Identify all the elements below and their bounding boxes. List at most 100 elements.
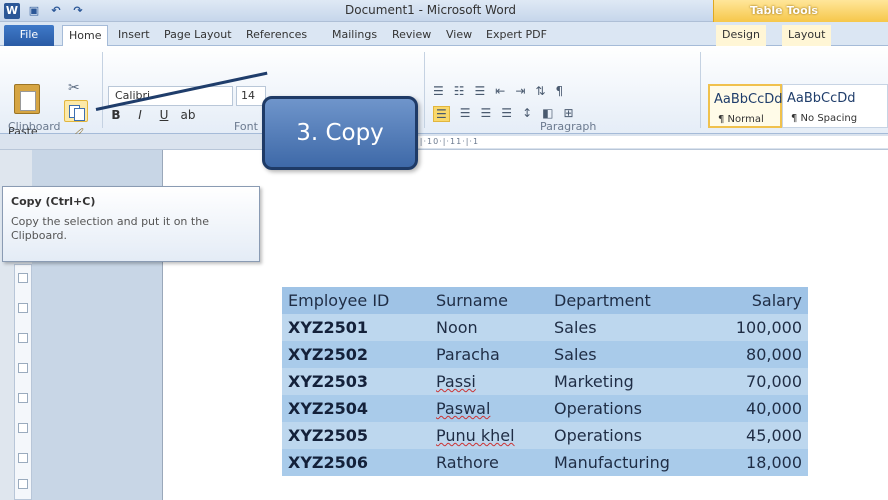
tab-design[interactable]: Design xyxy=(716,25,766,46)
cell-employee-id[interactable]: XYZ2502 xyxy=(282,341,430,368)
cell-salary[interactable]: 70,000 xyxy=(716,368,808,395)
tooltip-title: Copy (Ctrl+C) xyxy=(11,195,96,208)
ruler-mark xyxy=(18,333,28,343)
window-title: Document1 - Microsoft Word xyxy=(345,3,517,17)
numbering-icon[interactable]: ☷ xyxy=(454,84,465,98)
cell-department[interactable]: Manufacturing xyxy=(548,449,716,476)
pilcrow-icon[interactable]: ¶ xyxy=(555,84,563,98)
tab-page-layout[interactable]: Page Layout xyxy=(158,25,238,46)
strikethrough-icon[interactable]: ab xyxy=(180,108,196,122)
cell-surname[interactable]: Punu khel xyxy=(430,422,548,449)
copy-tooltip: Copy (Ctrl+C) Copy the selection and put… xyxy=(2,186,260,262)
ruler-mark xyxy=(18,479,28,489)
style-no-spacing[interactable]: AaBbCcDd ¶ No Spacing xyxy=(782,84,888,128)
tooltip-description: Copy the selection and put it on the Cli… xyxy=(11,215,209,242)
tab-layout[interactable]: Layout xyxy=(782,25,832,46)
tab-file[interactable]: File xyxy=(4,25,54,46)
redo-icon[interactable]: ↷ xyxy=(70,3,86,19)
decrease-indent-icon[interactable]: ⇤ xyxy=(495,84,505,98)
increase-indent-icon[interactable]: ⇥ xyxy=(515,84,525,98)
cell-department[interactable]: Sales xyxy=(548,341,716,368)
paste-icon[interactable] xyxy=(14,84,40,114)
align-right-icon[interactable]: ☰ xyxy=(481,106,492,122)
ruler-mark xyxy=(18,273,28,283)
cell-department[interactable]: Operations xyxy=(548,395,716,422)
line-spacing-icon[interactable]: ↕ xyxy=(522,106,532,122)
align-left-icon[interactable]: ☰ xyxy=(433,106,450,122)
cell-surname[interactable]: Paswal xyxy=(430,395,548,422)
tab-insert[interactable]: Insert xyxy=(112,25,156,46)
word-app-icon[interactable]: W xyxy=(4,3,20,19)
group-label-paragraph: Paragraph xyxy=(540,120,597,133)
header-cell[interactable]: Salary xyxy=(716,287,808,314)
multilevel-list-icon[interactable]: ☰ xyxy=(475,84,486,98)
cell-employee-id[interactable]: XYZ2505 xyxy=(282,422,430,449)
cell-salary[interactable]: 100,000 xyxy=(716,314,808,341)
ruler-mark xyxy=(18,423,28,433)
underline-icon[interactable]: U xyxy=(156,108,172,122)
tab-home[interactable]: Home xyxy=(62,25,109,46)
cell-surname[interactable]: Paracha xyxy=(430,341,548,368)
cell-salary[interactable]: 80,000 xyxy=(716,341,808,368)
quick-access-toolbar: W ▣ ↶ ↷ xyxy=(4,3,86,19)
ruler-mark xyxy=(18,393,28,403)
cell-salary[interactable]: 40,000 xyxy=(716,395,808,422)
style-sample: AaBbCcDd xyxy=(714,92,783,107)
style-name: ¶ Normal xyxy=(718,114,764,125)
ribbon-divider xyxy=(102,52,103,128)
style-normal[interactable]: AaBbCcDd ¶ Normal xyxy=(708,84,783,128)
undo-icon[interactable]: ↶ xyxy=(48,3,64,19)
table-row: XYZ2506 Rathore Manufacturing 18,000 xyxy=(282,449,808,476)
paragraph-row-1: ☰ ☷ ☰ ⇤ ⇥ ⇅ ¶ xyxy=(433,84,563,98)
ruler-mark xyxy=(18,303,28,313)
table-row: XYZ2501 Noon Sales 100,000 xyxy=(282,314,808,341)
style-name: ¶ No Spacing xyxy=(791,113,858,124)
save-icon[interactable]: ▣ xyxy=(26,3,42,19)
cell-employee-id[interactable]: XYZ2506 xyxy=(282,449,430,476)
table-row: XYZ2503 Passi Marketing 70,000 xyxy=(282,368,808,395)
table-tools-header: Table Tools xyxy=(713,0,888,22)
copy-icon[interactable] xyxy=(64,100,88,122)
header-cell[interactable]: Employee ID xyxy=(282,287,430,314)
table-row: XYZ2502 Paracha Sales 80,000 xyxy=(282,341,808,368)
ribbon-tabs: File Home Insert Page Layout References … xyxy=(0,22,888,46)
cell-salary[interactable]: 45,000 xyxy=(716,422,808,449)
align-center-icon[interactable]: ☰ xyxy=(460,106,471,122)
cell-employee-id[interactable]: XYZ2504 xyxy=(282,395,430,422)
tab-expert-pdf[interactable]: Expert PDF xyxy=(480,25,553,46)
group-label-clipboard: Clipboard xyxy=(8,120,61,133)
bullets-icon[interactable]: ☰ xyxy=(433,84,444,98)
header-cell[interactable]: Surname xyxy=(430,287,548,314)
cell-surname[interactable]: Rathore xyxy=(430,449,548,476)
italic-icon[interactable]: I xyxy=(132,108,148,122)
table-row: XYZ2504 Paswal Operations 40,000 xyxy=(282,395,808,422)
tab-references[interactable]: References xyxy=(240,25,313,46)
ribbon-divider xyxy=(700,52,701,128)
vertical-ruler xyxy=(14,264,32,500)
cell-employee-id[interactable]: XYZ2501 xyxy=(282,314,430,341)
cut-icon[interactable]: ✂ xyxy=(68,80,80,96)
table-header-row: Employee ID Surname Department Salary xyxy=(282,287,808,314)
table-row: XYZ2505 Punu khel Operations 45,000 xyxy=(282,422,808,449)
cell-department[interactable]: Marketing xyxy=(548,368,716,395)
tab-mailings[interactable]: Mailings xyxy=(326,25,383,46)
sort-icon[interactable]: ⇅ xyxy=(535,84,545,98)
step-callout: 3. Copy xyxy=(262,96,418,170)
cell-department[interactable]: Sales xyxy=(548,314,716,341)
tab-review[interactable]: Review xyxy=(386,25,437,46)
ruler-mark xyxy=(18,363,28,373)
bold-icon[interactable]: B xyxy=(108,108,124,122)
cell-department[interactable]: Operations xyxy=(548,422,716,449)
table-tools-label: Table Tools xyxy=(750,4,818,17)
justify-icon[interactable]: ☰ xyxy=(501,106,512,122)
group-label-font: Font xyxy=(234,120,258,133)
tab-view[interactable]: View xyxy=(440,25,478,46)
cell-employee-id[interactable]: XYZ2503 xyxy=(282,368,430,395)
cell-surname[interactable]: Passi xyxy=(430,368,548,395)
ruler-mark xyxy=(18,453,28,463)
header-cell[interactable]: Department xyxy=(548,287,716,314)
cell-salary[interactable]: 18,000 xyxy=(716,449,808,476)
employee-table[interactable]: Employee ID Surname Department Salary XY… xyxy=(282,287,808,476)
title-bar: W ▣ ↶ ↷ Document1 - Microsoft Word Table… xyxy=(0,0,888,22)
cell-surname[interactable]: Noon xyxy=(430,314,548,341)
